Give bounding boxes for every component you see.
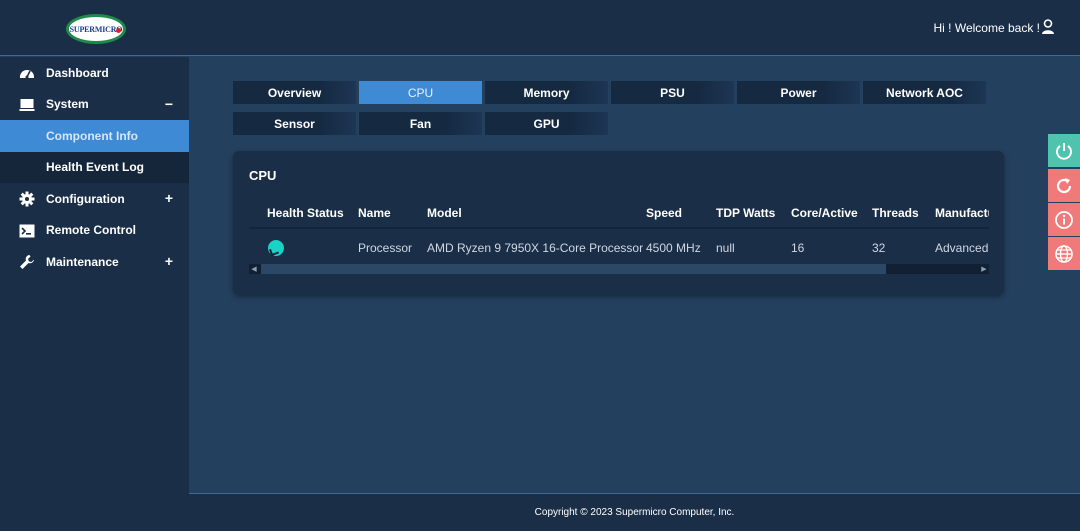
table-cell-cores: 16 <box>791 241 805 255</box>
collapse-toggle[interactable]: − <box>165 96 173 112</box>
column-header[interactable]: Speed <box>646 206 682 220</box>
gear-icon <box>19 191 35 207</box>
main-content: Overview CPU Memory PSU Power Network AO… <box>189 57 1080 493</box>
tab-overview[interactable]: Overview <box>233 81 356 104</box>
scroll-left-icon[interactable]: ◀ <box>249 264 259 274</box>
wrench-icon <box>20 255 34 269</box>
copyright-text: Copyright © 2023 Supermicro Computer, In… <box>534 507 735 518</box>
tab-fan[interactable]: Fan <box>359 112 482 135</box>
sidebar-item-dashboard[interactable]: Dashboard <box>0 57 189 89</box>
dashboard-icon <box>20 70 34 79</box>
expand-toggle[interactable]: + <box>165 253 173 269</box>
table-cell-manufacturer: Advanced M <box>935 241 989 255</box>
monitor-icon <box>19 98 35 111</box>
language-button[interactable] <box>1048 237 1080 270</box>
column-header[interactable]: Manufactu <box>935 206 989 220</box>
table-cell-tdp: null <box>716 241 735 255</box>
welcome-text: Hi ! Welcome back ! <box>933 21 1040 35</box>
refresh-button[interactable] <box>1048 169 1080 202</box>
terminal-icon <box>19 224 35 237</box>
table-cell-speed: 4500 MHz <box>646 241 701 255</box>
sidebar-item-component-info[interactable]: Component Info <box>0 120 189 152</box>
tab-power[interactable]: Power <box>737 81 860 104</box>
user-icon[interactable] <box>1041 19 1055 35</box>
globe-icon <box>1055 244 1073 263</box>
expand-toggle[interactable]: + <box>165 190 173 206</box>
column-header[interactable]: Threads <box>872 206 919 220</box>
tab-network-aoc[interactable]: Network AOC <box>863 81 986 104</box>
tab-memory[interactable]: Memory <box>485 81 608 104</box>
power-icon <box>1056 142 1072 160</box>
scroll-right-icon[interactable]: ▶ <box>979 264 989 274</box>
tab-gpu[interactable]: GPU <box>485 112 608 135</box>
sidebar: Dashboard System − Component Info Health… <box>0 57 189 531</box>
tab-sensor[interactable]: Sensor <box>233 112 356 135</box>
footer: Copyright © 2023 Supermicro Computer, In… <box>189 493 1080 531</box>
card-title: CPU <box>249 168 277 183</box>
logo-dot <box>116 28 121 33</box>
scroll-thumb[interactable] <box>261 264 886 274</box>
horizontal-scrollbar[interactable]: ◀ ▶ <box>249 264 989 274</box>
info-icon <box>1055 210 1073 229</box>
refresh-icon <box>1056 177 1072 193</box>
supermicro-logo[interactable]: SUPERMICRO <box>66 14 126 44</box>
tab-psu[interactable]: PSU <box>611 81 734 104</box>
column-header[interactable]: Model <box>427 206 462 220</box>
power-button[interactable] <box>1048 134 1080 167</box>
column-header[interactable]: Name <box>358 206 391 220</box>
sidebar-item-remote-control[interactable]: Remote Control <box>0 215 189 247</box>
column-header[interactable]: Core/Active <box>791 206 858 220</box>
sidebar-item-configuration[interactable]: Configuration + <box>0 183 189 215</box>
table-cell-name: Processor <box>358 241 413 255</box>
column-header[interactable]: TDP Watts <box>716 206 775 220</box>
top-header: SUPERMICRO Hi ! Welcome back ! <box>0 0 1080 56</box>
sidebar-item-maintenance[interactable]: Maintenance + <box>0 246 189 278</box>
info-button[interactable] <box>1048 203 1080 236</box>
cpu-table: Health Status Name Model Speed TDP Watts… <box>249 200 989 275</box>
health-ok-icon <box>268 240 284 256</box>
column-header[interactable]: Health Status <box>267 206 344 220</box>
sidebar-item-health-event-log[interactable]: Health Event Log <box>0 151 189 183</box>
table-cell-threads: 32 <box>872 241 886 255</box>
table-cell-model: AMD Ryzen 9 7950X 16-Core Processor <box>427 241 644 255</box>
cpu-card: CPU Health Status Name Model Speed TDP W… <box>233 151 1004 295</box>
sidebar-item-system[interactable]: System − <box>0 89 189 121</box>
tab-cpu[interactable]: CPU <box>359 81 482 104</box>
header-divider <box>249 227 989 229</box>
